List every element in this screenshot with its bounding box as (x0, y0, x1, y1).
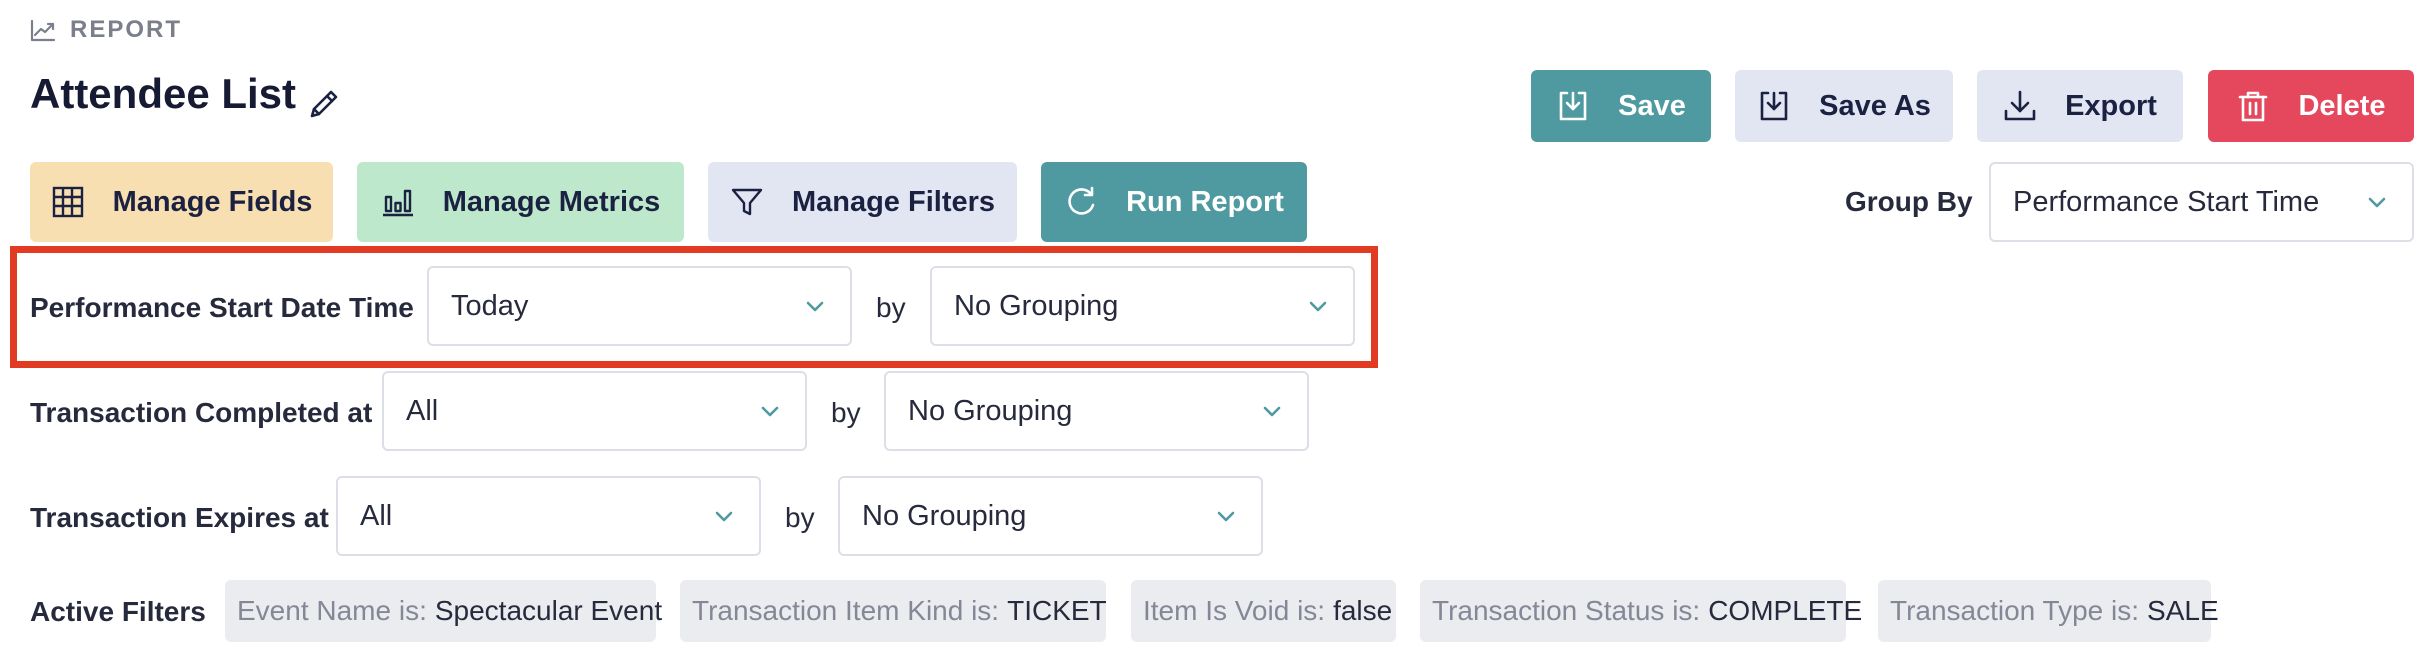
save-icon (1559, 91, 1587, 121)
by-label: by (831, 397, 861, 428)
select-value: No Grouping (954, 289, 1119, 322)
save-as-button[interactable]: Save As (1735, 70, 1953, 142)
save-as-icon (1760, 91, 1788, 121)
save-label: Save (1618, 89, 1686, 122)
transaction-expires-grouping-select[interactable]: No Grouping (838, 476, 1263, 556)
filter-label-performance-start: Performance Start Date Time (30, 292, 414, 323)
transaction-completed-grouping-select[interactable]: No Grouping (884, 371, 1309, 451)
chip-value: COMPLETE (1708, 595, 1863, 626)
performance-start-grouping-select[interactable]: No Grouping (930, 266, 1355, 346)
manage-filters-label: Manage Filters (791, 185, 996, 218)
filter-chip-transaction-type[interactable]: Transaction Type is: SALE (1878, 580, 2219, 642)
report-section-label: REPORT (30, 16, 182, 44)
chevron-down-icon (2368, 197, 2386, 208)
filter-chip-event-name[interactable]: Event Name is: Spectacular Event (225, 580, 662, 642)
filter-chip-item-kind[interactable]: Transaction Item Kind is: TICKET (680, 580, 1107, 642)
chip-key: Transaction Status is: (1432, 595, 1701, 626)
chevron-down-icon (1263, 406, 1281, 417)
chip-key: Event Name is: (237, 595, 427, 626)
chip-value: false (1333, 595, 1393, 626)
group-by-value: Performance Start Time (2013, 185, 2320, 218)
export-button[interactable]: Export (1977, 70, 2183, 142)
chip-value: Spectacular Event (434, 595, 663, 626)
funnel-filter-icon (731, 188, 763, 216)
trash-icon (2239, 91, 2268, 122)
filter-chip-item-void[interactable]: Item Is Void is: false (1131, 580, 1396, 642)
manage-fields-label: Manage Fields (112, 185, 313, 218)
chip-key: Transaction Type is: (1890, 595, 2140, 626)
select-value: All (406, 394, 439, 427)
select-value: No Grouping (908, 394, 1073, 427)
filter-label-transaction-completed: Transaction Completed at (30, 397, 373, 428)
chip-key: Transaction Item Kind is: (692, 595, 1000, 626)
manage-metrics-label: Manage Metrics (442, 185, 661, 218)
trend-chart-icon (30, 19, 56, 42)
manage-filters-button[interactable]: Manage Filters (708, 162, 1017, 242)
manage-fields-button[interactable]: Manage Fields (30, 162, 333, 242)
export-label: Export (2065, 89, 2157, 122)
transaction-completed-range-select[interactable]: All (382, 371, 807, 451)
chip-value: SALE (2147, 595, 2219, 626)
pencil-edit-icon[interactable] (306, 86, 342, 122)
select-value: All (360, 499, 393, 532)
save-button[interactable]: Save (1531, 70, 1711, 142)
chip-key: Item Is Void is: (1143, 595, 1326, 626)
bar-chart-icon (382, 189, 413, 217)
table-grid-icon (52, 186, 83, 218)
download-icon (2004, 90, 2036, 121)
transaction-expires-range-select[interactable]: All (336, 476, 761, 556)
chevron-down-icon (1217, 511, 1235, 522)
manage-metrics-button[interactable]: Manage Metrics (357, 162, 684, 242)
page-title: Attendee List (30, 70, 297, 117)
chip-value: TICKET (1007, 595, 1107, 626)
group-by-label: Group By (1845, 186, 1973, 217)
delete-label: Delete (2298, 89, 2386, 122)
by-label: by (785, 502, 815, 533)
select-value: Today (451, 289, 529, 322)
save-as-label: Save As (1819, 89, 1931, 122)
run-report-button[interactable]: Run Report (1041, 162, 1307, 242)
chevron-down-icon (761, 406, 779, 417)
chevron-down-icon (1309, 301, 1327, 312)
filter-chip-transaction-status[interactable]: Transaction Status is: COMPLETE (1420, 580, 1862, 642)
chevron-down-icon (806, 301, 824, 312)
chevron-down-icon (715, 511, 733, 522)
delete-button[interactable]: Delete (2208, 70, 2414, 142)
by-label: by (876, 292, 906, 323)
report-label-text: REPORT (70, 16, 183, 43)
performance-start-range-select[interactable]: Today (427, 266, 852, 346)
active-filters-label: Active Filters (30, 596, 206, 627)
refresh-icon (1068, 186, 1095, 215)
select-value: No Grouping (862, 499, 1027, 532)
group-by-select[interactable]: Performance Start Time (1989, 162, 2414, 242)
run-report-label: Run Report (1126, 185, 1284, 218)
filter-label-transaction-expires: Transaction Expires at (30, 502, 329, 533)
